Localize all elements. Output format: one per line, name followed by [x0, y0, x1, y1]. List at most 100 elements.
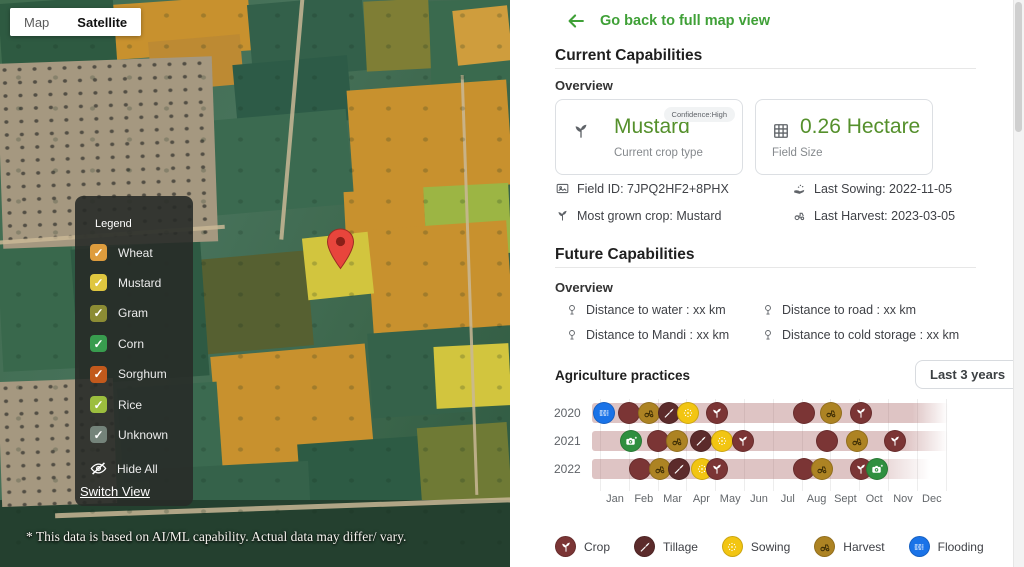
practice-legend-label: Flooding [938, 540, 984, 554]
checkbox-checked-icon[interactable]: ✓ [90, 244, 107, 261]
practices-timeline: 202020212022JanFebMarAprMayJunJulAugSept… [510, 395, 1024, 535]
current-capabilities-title: Current Capabilities [555, 47, 702, 65]
back-link-label: Go back to full map view [600, 13, 770, 29]
year-label: 2022 [554, 462, 588, 476]
back-arrow-icon [565, 10, 587, 32]
field-overlay [201, 109, 354, 216]
app-window: Map Satellite Legend ✓ Wheat ✓ Mustard ✓ Gram… [0, 0, 1024, 567]
tractor-icon [792, 208, 807, 223]
year-label: 2021 [554, 434, 588, 448]
field-overlay [452, 5, 510, 65]
detail-row: Most grown crop: Mustard [555, 208, 792, 223]
legend-item-label: Unknown [118, 428, 168, 442]
practice-legend-label: Harvest [843, 540, 884, 554]
switch-view-link[interactable]: Switch View [80, 484, 150, 499]
crop-event-icon [884, 430, 906, 452]
distance-text: Distance to water : xx km [586, 303, 726, 317]
plant-icon [555, 208, 570, 223]
years-filter-dropdown[interactable]: Last 3 years [915, 360, 1024, 389]
distance-row: Distance to road : xx km [761, 303, 989, 317]
crop-plain-event-icon [793, 402, 815, 424]
detail-text: Last Sowing: 2022-11-05 [814, 182, 952, 196]
current-crop-caption: Current crop type [614, 147, 703, 159]
crop-icon [555, 536, 576, 557]
years-filter-value: Last 3 years [930, 367, 1005, 382]
future-overview-label: Overview [555, 280, 613, 295]
legend-item-unknown[interactable]: ✓ Unknown [90, 426, 168, 443]
practice-legend-harvest: Harvest [814, 536, 884, 557]
checkbox-checked-icon[interactable]: ✓ [90, 366, 107, 383]
map-canvas[interactable]: Map Satellite Legend ✓ Wheat ✓ Mustard ✓ Gram… [0, 0, 510, 567]
legend-item-label: Rice [118, 398, 142, 412]
current-crop-card: Mustard Confidence:High Current crop typ… [555, 99, 743, 175]
legend-item-label: Corn [118, 337, 144, 351]
checkbox-checked-icon[interactable]: ✓ [90, 305, 107, 322]
legend-item-wheat[interactable]: ✓ Wheat [90, 244, 153, 261]
harvest-icon [814, 536, 835, 557]
detail-row: Last Sowing: 2022-11-05 [792, 181, 987, 196]
practice-legend-label: Tillage [663, 540, 698, 554]
legend-item-label: Wheat [118, 246, 153, 260]
map-view-button[interactable]: Map [10, 8, 63, 36]
checkbox-checked-icon[interactable]: ✓ [90, 274, 107, 291]
crop-plain-event-icon [629, 458, 651, 480]
distance-row: Distance to Mandi : xx km [565, 328, 761, 342]
field-overlay [196, 250, 314, 354]
year-label: 2020 [554, 406, 588, 420]
sowing-icon [722, 536, 743, 557]
practice-legend-label: Sowing [751, 540, 790, 554]
legend-item-gram[interactable]: ✓ Gram [90, 305, 148, 322]
field-overlay [347, 80, 510, 196]
camera-event-icon [866, 458, 888, 480]
location-pin-icon [565, 328, 579, 342]
distance-row: Distance to cold storage : xx km [761, 328, 989, 342]
back-link[interactable]: Go back to full map view [565, 10, 770, 32]
satellite-view-button[interactable]: Satellite [63, 8, 141, 36]
month-label: Dec [914, 493, 950, 505]
scrollbar-thumb[interactable] [1015, 2, 1022, 132]
current-overview-label: Overview [555, 78, 613, 93]
practice-legend-crop: Crop [555, 536, 610, 557]
camera-event-icon [620, 430, 642, 452]
detail-row: Last Harvest: 2023-03-05 [792, 208, 987, 223]
practice-legend-sowing: Sowing [722, 536, 790, 557]
legend-item-rice[interactable]: ✓ Rice [90, 396, 142, 413]
sow-hand-icon [792, 181, 807, 196]
legend-item-corn[interactable]: ✓ Corn [90, 335, 144, 352]
plant-icon [571, 121, 591, 141]
crop-event-icon [706, 458, 728, 480]
crop-event-icon [850, 402, 872, 424]
detail-text: Last Harvest: 2023-03-05 [814, 209, 955, 223]
practice-legend-label: Crop [584, 540, 610, 554]
map-disclaimer-text: * This data is based on AI/ML capability… [26, 529, 508, 545]
flooding-icon [909, 536, 930, 557]
checkbox-checked-icon[interactable]: ✓ [90, 396, 107, 413]
legend-item-mustard[interactable]: ✓ Mustard [90, 274, 161, 291]
location-pin-icon [565, 303, 579, 317]
distance-row: Distance to water : xx km [565, 303, 761, 317]
tillage-icon [634, 536, 655, 557]
eye-off-icon [89, 459, 108, 478]
scrollbar[interactable] [1013, 0, 1024, 567]
checkbox-checked-icon[interactable]: ✓ [90, 426, 107, 443]
map-pin-icon[interactable] [326, 228, 355, 270]
sowing-event-icon [711, 430, 733, 452]
legend-item-sorghum[interactable]: ✓Sorghum [90, 366, 167, 383]
legend-item-label: Mustard [118, 276, 161, 290]
divider [555, 68, 976, 69]
field-size-card: 0.26 Hectare Field Size [755, 99, 933, 175]
detail-text: Field ID: 7JPQ2HF2+8PHX [577, 182, 729, 196]
checkbox-checked-icon[interactable]: ✓ [90, 335, 107, 352]
confidence-badge: Confidence:High [664, 107, 735, 122]
crop-plain-event-icon [816, 430, 838, 452]
legend-item-label: Gram [118, 306, 148, 320]
legend-title: Legend [95, 218, 132, 230]
agriculture-practices-title: Agriculture practices [555, 368, 690, 383]
divider [555, 267, 976, 268]
hide-all-button[interactable]: Hide All [89, 459, 158, 478]
field-details-panel: Go back to full map view Current Capabil… [510, 0, 1024, 567]
distance-text: Distance to Mandi : xx km [586, 328, 729, 342]
detail-text: Most grown crop: Mustard [577, 209, 722, 223]
harvest-event-icon [811, 458, 833, 480]
id-card-icon [555, 181, 570, 196]
